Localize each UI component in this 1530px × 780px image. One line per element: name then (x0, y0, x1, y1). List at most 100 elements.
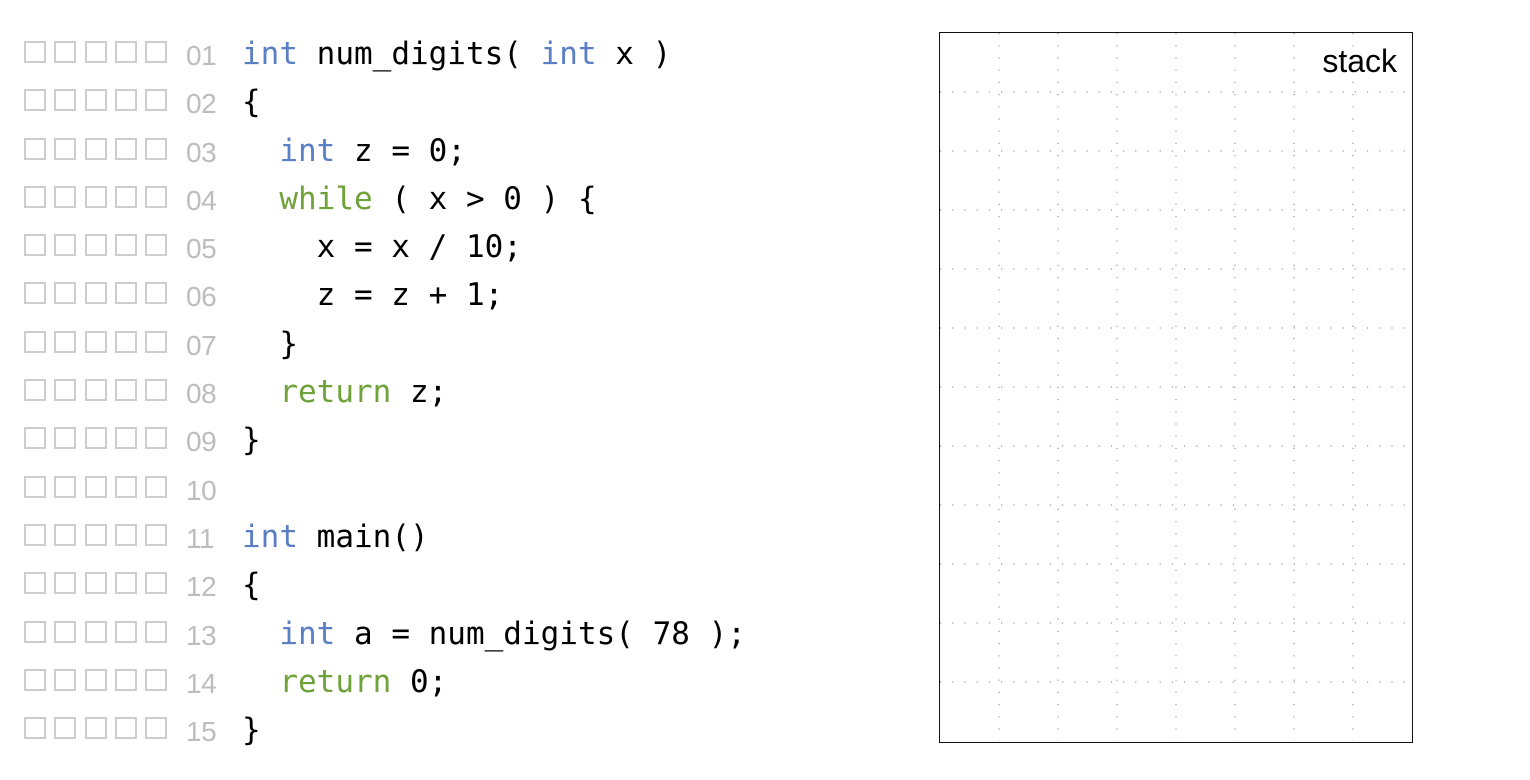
line-checkbox[interactable] (145, 475, 167, 498)
line-checkbox[interactable] (145, 137, 167, 160)
code-text: { (242, 85, 261, 119)
type-keyword: int (279, 615, 336, 652)
line-number: 06 (186, 281, 217, 313)
line-checkbox[interactable] (85, 379, 107, 402)
line-checkbox[interactable] (24, 668, 46, 691)
line-checkbox[interactable] (145, 668, 167, 691)
line-checkbox[interactable] (85, 89, 107, 112)
code-token: z = z + 1; (242, 277, 504, 314)
line-checkbox[interactable] (24, 475, 46, 498)
line-checkbox[interactable] (145, 185, 167, 208)
line-checkbox[interactable] (54, 523, 76, 546)
line-checkbox[interactable] (54, 41, 76, 63)
line-checkbox[interactable] (24, 89, 46, 112)
line-checkbox[interactable] (115, 668, 137, 691)
line-checkbox[interactable] (24, 234, 46, 257)
line-checkbox[interactable] (85, 330, 107, 353)
line-number: 14 (186, 667, 217, 699)
line-checkbox[interactable] (115, 572, 137, 595)
code-token: { (242, 84, 261, 121)
line-checkbox[interactable] (24, 379, 46, 402)
line-checkbox[interactable] (54, 137, 76, 160)
line-checkbox[interactable] (115, 330, 137, 353)
line-number: 01 (186, 40, 217, 71)
line-checkbox[interactable] (85, 668, 107, 691)
line-checkbox[interactable] (85, 475, 107, 498)
line-checkbox[interactable] (145, 427, 167, 450)
line-checkbox[interactable] (54, 234, 76, 257)
line-checkbox[interactable] (85, 185, 107, 208)
line-checkbox[interactable] (145, 330, 167, 353)
line-checkbox[interactable] (115, 620, 137, 643)
line-checkbox[interactable] (24, 282, 46, 305)
line-number: 08 (186, 378, 217, 410)
line-checkbox[interactable] (24, 330, 46, 353)
line-checkbox[interactable] (24, 427, 46, 450)
type-keyword: int (242, 36, 298, 72)
line-checkbox[interactable] (145, 572, 167, 595)
line-checkbox[interactable] (54, 185, 76, 208)
control-keyword: return (279, 374, 392, 411)
line-checkbox[interactable] (54, 379, 76, 402)
line-checkbox[interactable] (24, 620, 46, 643)
line-checkbox[interactable] (24, 523, 46, 546)
control-keyword: return (279, 663, 392, 700)
line-checkbox[interactable] (115, 234, 137, 257)
line-number: 03 (186, 136, 217, 168)
line-checkbox[interactable] (54, 668, 76, 691)
line-checkbox[interactable] (115, 41, 137, 63)
code-text: } (242, 713, 261, 747)
line-checkbox[interactable] (54, 620, 76, 643)
line-number: 07 (186, 329, 217, 361)
line-checkbox[interactable] (54, 89, 76, 112)
line-checkbox[interactable] (85, 137, 107, 160)
line-checkbox[interactable] (85, 717, 107, 740)
line-checkbox[interactable] (145, 717, 167, 740)
line-checkbox[interactable] (24, 137, 46, 160)
line-checkbox[interactable] (115, 137, 137, 160)
line-checkbox[interactable] (145, 41, 167, 63)
line-checkbox[interactable] (145, 234, 167, 257)
line-checkbox[interactable] (54, 282, 76, 305)
line-checkbox[interactable] (85, 282, 107, 305)
line-checkbox[interactable] (115, 89, 137, 112)
line-checkbox[interactable] (54, 475, 76, 498)
line-checkbox[interactable] (85, 572, 107, 595)
line-checkbox[interactable] (24, 572, 46, 595)
code-token: x ) (596, 36, 672, 72)
line-checkbox[interactable] (145, 620, 167, 643)
line-checkbox[interactable] (85, 427, 107, 450)
line-checkbox[interactable] (54, 572, 76, 595)
line-checkbox[interactable] (85, 234, 107, 257)
line-checkbox[interactable] (145, 379, 167, 402)
line-checkbox[interactable] (115, 427, 137, 450)
line-checkbox[interactable] (145, 523, 167, 546)
stack-dot-grid (940, 33, 1411, 741)
line-checkbox[interactable] (54, 330, 76, 353)
line-checkbox[interactable] (115, 379, 137, 402)
line-checkbox[interactable] (115, 717, 137, 740)
line-checkbox[interactable] (54, 427, 76, 450)
line-number: 13 (186, 619, 217, 651)
code-token: } (242, 422, 261, 459)
line-checkbox[interactable] (115, 475, 137, 498)
line-checkbox[interactable] (24, 185, 46, 208)
code-text: int z = 0; (242, 134, 466, 168)
line-checkbox[interactable] (24, 41, 46, 63)
line-checkbox[interactable] (145, 89, 167, 112)
line-checkbox[interactable] (54, 717, 76, 740)
code-text: int main() (242, 520, 429, 554)
line-checkbox[interactable] (85, 620, 107, 643)
code-text: } (242, 423, 261, 457)
line-checkbox[interactable] (24, 717, 46, 740)
line-checkbox[interactable] (145, 282, 167, 305)
line-checkbox[interactable] (115, 185, 137, 208)
line-checkbox[interactable] (85, 41, 107, 63)
code-token: num_digits( (298, 36, 541, 72)
code-text: { (242, 568, 261, 602)
line-checkbox[interactable] (115, 282, 137, 305)
line-checkbox[interactable] (115, 523, 137, 546)
line-checkbox[interactable] (85, 523, 107, 546)
